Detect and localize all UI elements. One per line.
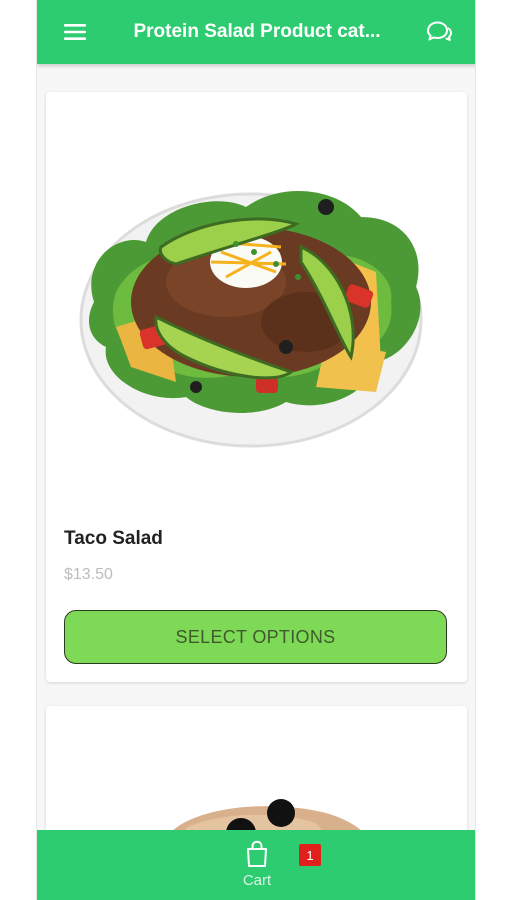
chat-bubbles-icon bbox=[427, 21, 452, 41]
top-app-bar: Protein Salad Product cat... bbox=[37, 0, 475, 64]
product-card: Taco Salad $13.50 SELECT OPTIONS bbox=[46, 92, 467, 682]
cart-label: Cart bbox=[242, 872, 272, 889]
product-name[interactable]: Taco Salad bbox=[64, 528, 163, 550]
chat-button[interactable] bbox=[419, 12, 459, 52]
select-options-button[interactable]: SELECT OPTIONS bbox=[64, 610, 447, 664]
product-price: $13.50 bbox=[64, 566, 113, 583]
menu-button[interactable] bbox=[55, 12, 95, 52]
product-list[interactable]: Taco Salad $13.50 SELECT OPTIONS bbox=[37, 64, 475, 836]
product-card bbox=[46, 706, 467, 836]
page-title: Protein Salad Product cat... bbox=[133, 21, 381, 42]
app-screen: Protein Salad Product cat... Taco Salad … bbox=[36, 0, 476, 900]
bottom-nav-bar: Cart 1 bbox=[37, 830, 475, 900]
cart-count-badge: 1 bbox=[299, 844, 321, 866]
shopping-bag-icon bbox=[247, 840, 267, 867]
product-image[interactable] bbox=[146, 768, 406, 836]
hamburger-menu-icon bbox=[64, 24, 86, 40]
taco-salad-image[interactable] bbox=[76, 152, 436, 452]
cart-button[interactable]: Cart bbox=[231, 840, 283, 896]
